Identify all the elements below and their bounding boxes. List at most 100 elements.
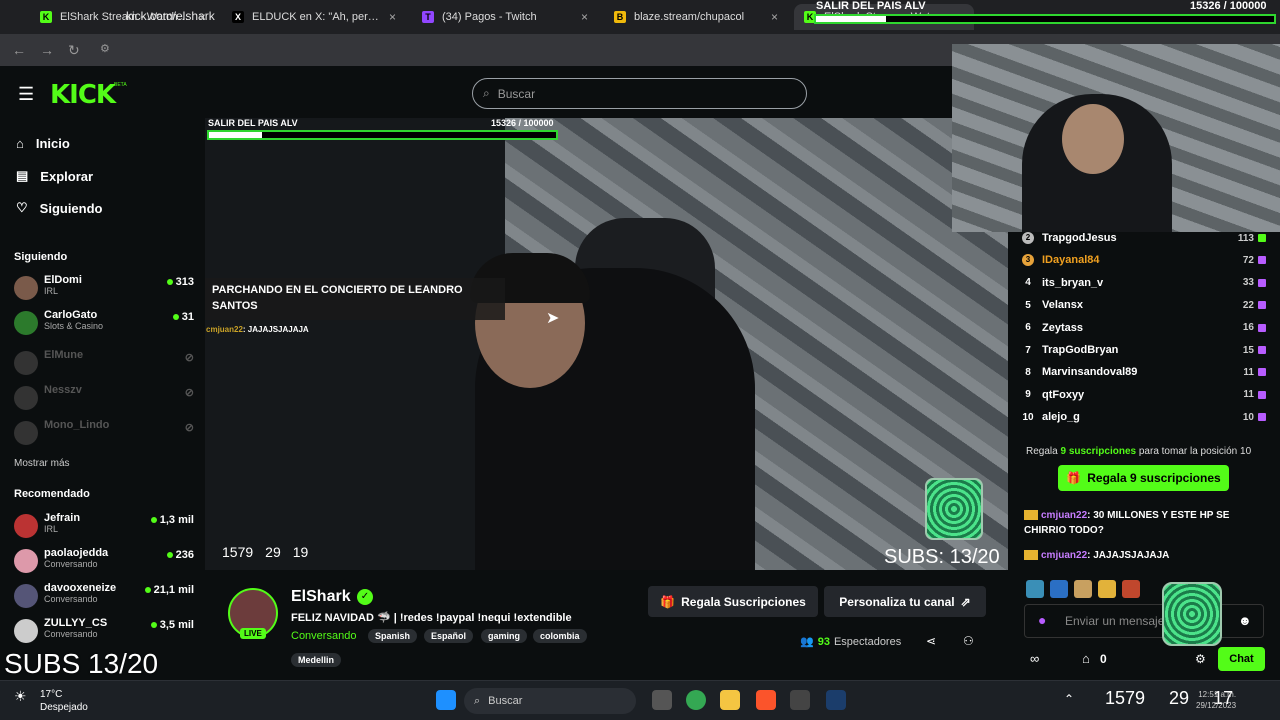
gift-subs-button[interactable]: 🎁 Regala Suscripciones: [648, 586, 818, 617]
stream-category[interactable]: Conversando: [291, 630, 356, 642]
top-goal-count: 15326 / 100000: [1190, 0, 1267, 12]
menu-icon[interactable]: ☰: [18, 84, 34, 105]
close-tab-icon[interactable]: ×: [771, 10, 778, 24]
task-view-icon[interactable]: [652, 690, 672, 710]
windows-start-icon[interactable]: [436, 690, 456, 710]
dark-room-area: [205, 118, 505, 570]
browser-tab[interactable]: Bblaze.stream/chupacol ×: [604, 4, 788, 30]
weather-text: Despejado: [40, 702, 88, 713]
leaderboard-name: Velansx: [1042, 299, 1083, 312]
channel-text: ZULLYY_CS Conversando: [44, 617, 107, 651]
chat-input[interactable]: Enviar un mensaje: [1024, 604, 1264, 638]
kick-logo[interactable]: KICK: [50, 80, 116, 110]
sidebar-nav-inicio[interactable]: ⌂ Inicio: [16, 136, 70, 151]
video-player[interactable]: [205, 118, 1008, 570]
search-icon: ⌕: [474, 694, 481, 707]
leaderboard-row[interactable]: 10 alejo_g 10: [1018, 407, 1266, 427]
file-explorer-icon[interactable]: [720, 690, 740, 710]
leaderboard-name: alejo_g: [1042, 411, 1080, 424]
gift-icon: [1258, 413, 1266, 422]
recommended-channel[interactable]: davooxeneize Conversando 21,1 mil: [14, 582, 194, 616]
settings-icon[interactable]: ⚙: [1195, 652, 1206, 666]
live-dot-icon: [172, 314, 179, 320]
weather-widget[interactable]: 17°C Despejado: [40, 688, 88, 714]
gift-9-subs-button[interactable]: 🎁 Regala 9 suscripciones: [1058, 465, 1229, 491]
leaderboard-row[interactable]: 5 Velansx 22: [1018, 295, 1266, 315]
close-tab-icon[interactable]: ×: [389, 10, 396, 24]
store-icon[interactable]: ⌂: [1082, 651, 1090, 666]
chat-user[interactable]: cmjuan22: [1041, 510, 1087, 521]
recommended-channel[interactable]: Jefrain IRL 1,3 mil: [14, 512, 194, 546]
leaderboard-row[interactable]: 7 TrapGodBryan 15: [1018, 340, 1266, 360]
forward-icon[interactable]: →: [40, 42, 54, 58]
following-channel[interactable]: CarloGato Slots & Casino 31: [14, 309, 194, 343]
stream-title: FELIZ NAVIDAD 🦈 | !redes !paypal !nequi …: [291, 612, 572, 624]
channel-name[interactable]: ElShark: [291, 588, 351, 606]
search-input[interactable]: ⌕ Buscar: [472, 78, 807, 109]
stream-tag[interactable]: Español: [424, 629, 474, 643]
reload-icon[interactable]: ↻: [68, 42, 80, 59]
chat-text: : JAJAJSJAJAJA: [1087, 550, 1170, 561]
steam-icon[interactable]: [826, 690, 846, 710]
sidebar-nav-explorar[interactable]: ▤ Explorar: [16, 168, 93, 184]
chat-user[interactable]: cmjuan22: [1041, 550, 1087, 561]
avatar: [14, 351, 38, 375]
stream-tag[interactable]: gaming: [481, 629, 528, 643]
heart-icon: ♡: [16, 200, 28, 215]
following-channel[interactable]: ElDomi IRL 313: [14, 274, 194, 308]
leaderboard-row[interactable]: 2 TrapgodJesus 113: [1018, 228, 1266, 248]
channel-name: ElDomi: [44, 274, 82, 286]
leaderboard-row[interactable]: 9 qtFoxyy 11: [1018, 385, 1266, 405]
goal-progress-bar: [207, 130, 558, 140]
emoji-icon[interactable]: ☻: [1238, 613, 1252, 628]
stream-tag[interactable]: Spanish: [368, 629, 418, 643]
leaderboard-row[interactable]: 4 its_bryan_v 33: [1018, 273, 1266, 293]
taskbar-search[interactable]: ⌕ Buscar: [464, 688, 636, 714]
browser-tab[interactable]: T (34) Pagos - Twitch ×: [412, 4, 598, 30]
leaderboard-row[interactable]: 3 IDayanal84 72: [1018, 250, 1266, 270]
chrome-icon[interactable]: [686, 690, 706, 710]
customize-channel-button[interactable]: Personaliza tu canal ⇗: [824, 586, 986, 617]
leaderboard-row[interactable]: 8 Marvinsandoval89 11: [1018, 362, 1266, 382]
follow-user-icon[interactable]: ⚇: [963, 634, 974, 648]
system-clock[interactable]: 12:51 a.m. 29/12/2023: [1196, 689, 1236, 711]
tray-chevron-icon[interactable]: ⌃: [1064, 692, 1074, 706]
show-more-link[interactable]: Mostrar más: [14, 458, 70, 469]
obs-icon[interactable]: [790, 690, 810, 710]
leaderboard-count: 113: [1237, 232, 1254, 244]
points-icon[interactable]: ∞: [1030, 651, 1039, 666]
microphone-icon[interactable]: ●: [1038, 612, 1046, 628]
close-tab-icon[interactable]: ×: [581, 10, 588, 24]
following-channel[interactable]: Nesszv ⊘: [14, 384, 194, 418]
stream-tag[interactable]: colombia: [533, 629, 587, 643]
emote-icon[interactable]: [1026, 580, 1044, 598]
recommended-channel[interactable]: paolaojedda Conversando 236: [14, 547, 194, 581]
url-field[interactable]: kick.com/elshark: [126, 9, 215, 23]
stream-tag[interactable]: Medellin: [291, 653, 342, 667]
emote-bar: [1026, 580, 1140, 598]
recommended-channel[interactable]: ZULLYY_CS Conversando 3,5 mil: [14, 617, 194, 651]
webcam-overlay: [952, 44, 1280, 232]
gift-subs-label: Regala Suscripciones: [681, 594, 806, 609]
home-icon: ⌂: [16, 136, 24, 151]
recommended-title: Recomendado: [14, 488, 90, 500]
mouse-cursor-icon: ➤: [546, 310, 560, 327]
sidebar-nav-siguiendo[interactable]: ♡ Siguiendo: [16, 200, 103, 216]
viewers-icon: 👥: [800, 636, 814, 648]
send-chat-button[interactable]: Chat: [1218, 647, 1265, 671]
emote-icon[interactable]: [1122, 580, 1140, 598]
site-info-icon[interactable]: ⚙: [100, 42, 110, 55]
browser-tab[interactable]: X ELDUCK en X: "Ah, pero cómo ×: [222, 4, 406, 30]
following-channel[interactable]: ElMune ⊘: [14, 349, 194, 383]
emote-icon[interactable]: [1098, 580, 1116, 598]
brave-icon[interactable]: [756, 690, 776, 710]
emote-icon[interactable]: [1050, 580, 1068, 598]
tab-title: blaze.stream/chupacol: [634, 11, 745, 23]
live-dot-icon: [144, 587, 151, 593]
leaderboard-name: Zeytass: [1042, 321, 1083, 334]
following-channel[interactable]: Mono_Lindo ⊘: [14, 419, 194, 453]
share-icon[interactable]: ⋖: [926, 634, 936, 648]
emote-icon[interactable]: [1074, 580, 1092, 598]
leaderboard-row[interactable]: 6 Zeytass 16: [1018, 318, 1266, 338]
back-icon[interactable]: ←: [12, 42, 26, 58]
